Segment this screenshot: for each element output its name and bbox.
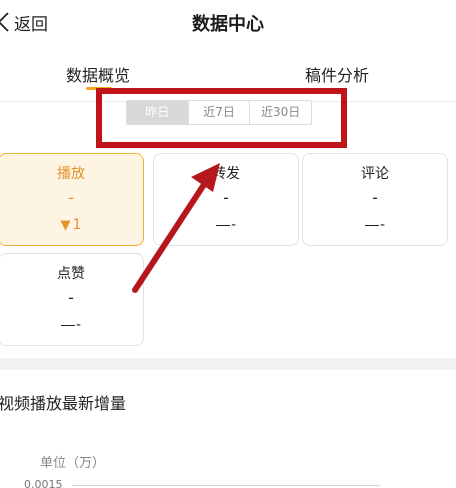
metric-value: - — [223, 188, 229, 207]
metric-label: 评论 — [361, 166, 389, 182]
metric-value: - — [372, 188, 378, 207]
page-title: 数据中心 — [192, 14, 264, 35]
active-tab-indicator — [86, 87, 112, 90]
date-range-selector: 昨日 近7日 近30日 — [126, 100, 312, 125]
chart-unit-label: 单位（万） — [40, 456, 106, 471]
metric-change: - — [0, 317, 143, 333]
metric-change: - — [154, 217, 298, 233]
metric-change: - — [303, 217, 447, 233]
change-value: - — [379, 217, 386, 233]
metric-card-comments[interactable]: 评论 - - — [302, 153, 448, 246]
date-option-yesterday[interactable]: 昨日 — [127, 101, 188, 124]
change-value: 1 — [72, 217, 82, 233]
metric-label: 转发 — [212, 166, 240, 182]
header-bar: 返回 数据中心 — [0, 0, 456, 44]
tab-data-overview[interactable]: 数据概览 — [66, 62, 130, 86]
section-divider — [0, 358, 456, 370]
metric-label: 播放 — [57, 166, 85, 182]
metric-label: 点赞 — [57, 266, 85, 282]
date-option-7-days[interactable]: 近7日 — [187, 101, 250, 124]
date-option-30-days[interactable]: 近30日 — [249, 101, 311, 124]
chart-section-title: 视频播放最新增量 — [0, 394, 127, 413]
metric-card-shares[interactable]: 转发 - - — [153, 153, 299, 246]
metric-change: 1 — [0, 217, 143, 233]
y-axis-tick-label: 0.0015 — [24, 478, 63, 488]
metric-card-plays[interactable]: 播放 - 1 — [0, 153, 144, 246]
chart-gridline — [72, 485, 380, 486]
change-value: - — [230, 217, 237, 233]
change-value: - — [75, 317, 82, 333]
metric-value: - — [68, 288, 74, 307]
tab-manuscript-analysis[interactable]: 稿件分析 — [305, 62, 369, 86]
metric-value: - — [68, 188, 74, 207]
metric-card-likes[interactable]: 点赞 - - — [0, 253, 144, 346]
